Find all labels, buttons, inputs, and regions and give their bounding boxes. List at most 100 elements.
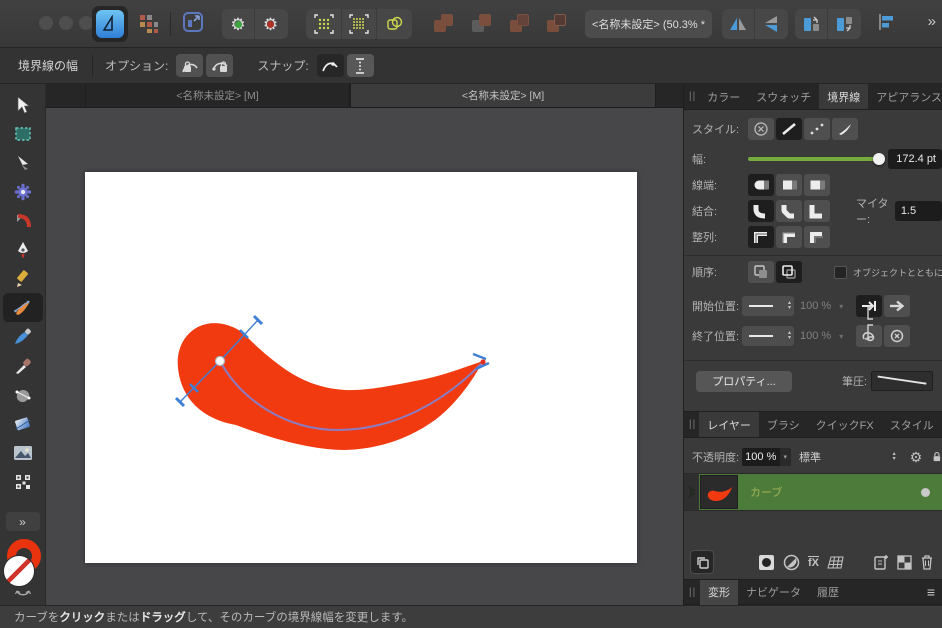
settings-gear-green-button[interactable]: ⚙ <box>222 9 254 39</box>
boolean-intersect-button[interactable] <box>508 12 532 36</box>
flip-horizontal-button[interactable] <box>722 9 754 39</box>
layer-visibility-toggle[interactable] <box>921 488 930 497</box>
boolean-add-button[interactable] <box>432 12 456 36</box>
tab-quick-fx[interactable]: クイックFX <box>808 412 882 437</box>
join-bevel-button[interactable] <box>776 200 802 222</box>
alignment-button[interactable] <box>870 7 900 37</box>
cap-square-button[interactable] <box>804 174 830 196</box>
layer-effects-button[interactable]: fX <box>808 556 819 569</box>
edit-all-layers-button[interactable] <box>690 550 714 574</box>
start-percent-dropdown[interactable]: 100 %▾ <box>800 300 854 312</box>
window-zoom-button[interactable] <box>79 16 93 30</box>
boolean-divide-button[interactable] <box>545 12 569 36</box>
align-outside-button[interactable] <box>804 226 830 248</box>
slider-knob[interactable] <box>873 153 885 165</box>
align-center-button[interactable] <box>748 226 774 248</box>
place-image-tool[interactable] <box>3 438 43 467</box>
pressure-profile-button[interactable] <box>871 371 933 391</box>
artboard-tool[interactable] <box>3 119 43 148</box>
align-inside-button[interactable] <box>776 226 802 248</box>
more-tools-button[interactable]: » <box>6 512 40 531</box>
add-layer-button[interactable] <box>874 554 889 570</box>
tab-swatches[interactable]: スウォッチ <box>748 84 819 109</box>
window-minimize-button[interactable] <box>59 16 73 30</box>
live-filter-button[interactable] <box>827 555 845 570</box>
panel-menu-icon[interactable]: ≡ <box>927 584 935 600</box>
mask-layer-button[interactable] <box>758 554 775 571</box>
window-close-button[interactable] <box>39 16 53 30</box>
brush-stroke-shape[interactable] <box>178 323 483 450</box>
knife-tool[interactable] <box>3 351 43 380</box>
rotate-ccw-button[interactable] <box>795 9 827 39</box>
stroke-width-slider[interactable] <box>748 149 882 169</box>
reset-rotation-button[interactable] <box>884 325 910 347</box>
snapping-toggle-button[interactable] <box>306 9 341 39</box>
order-front-button[interactable] <box>776 261 802 283</box>
paint-brush-tool[interactable] <box>3 322 43 351</box>
boolean-subtract-button[interactable] <box>470 12 494 36</box>
end-node[interactable] <box>480 359 485 364</box>
join-miter-button[interactable] <box>804 200 830 222</box>
cap-round-button[interactable] <box>748 174 774 196</box>
document-title-dropdown[interactable]: <名称未設定> (50.3% * <box>585 10 712 38</box>
tab-styles[interactable]: スタイル <box>882 412 942 437</box>
order-behind-button[interactable] <box>748 261 774 283</box>
opacity-field[interactable]: 100 % <box>742 448 780 466</box>
properties-button[interactable]: プロパティ... <box>696 371 792 392</box>
settings-gear-red-button[interactable]: ⚙ <box>254 9 286 39</box>
vector-brush-tool[interactable] <box>3 293 43 322</box>
toolbar-overflow-chevron[interactable]: » <box>928 13 936 30</box>
lock-icon[interactable] <box>932 450 942 464</box>
join-round-button[interactable] <box>748 200 774 222</box>
style-brush-button[interactable] <box>832 118 858 140</box>
tab-transform[interactable]: 変形 <box>700 580 738 605</box>
end-style-dropdown[interactable]: ▴▾ <box>742 326 794 346</box>
canvas[interactable] <box>46 108 683 605</box>
fill-stroke-selector[interactable] <box>1 539 45 595</box>
lock-size-button[interactable] <box>206 54 233 77</box>
fill-color-none[interactable] <box>3 555 35 587</box>
delete-layer-button[interactable] <box>920 554 934 570</box>
link-start-end-icon[interactable] <box>865 306 875 338</box>
fill-tool[interactable] <box>3 380 43 409</box>
opacity-dropdown-chevron[interactable]: ▾ <box>780 448 791 466</box>
miter-field[interactable]: 1.5 <box>895 201 942 221</box>
layer-thumbnail[interactable] <box>700 475 738 509</box>
flip-vertical-button[interactable] <box>754 9 786 39</box>
style-dash-button[interactable] <box>804 118 830 140</box>
designer-persona-button[interactable] <box>92 6 128 42</box>
swap-colors-icon[interactable] <box>14 589 32 599</box>
cap-butt-button[interactable] <box>776 174 802 196</box>
panel-grip-icon[interactable]: || <box>689 419 696 430</box>
pattern-tool[interactable] <box>3 467 43 496</box>
tab-color[interactable]: カラー <box>699 84 748 109</box>
move-tool[interactable] <box>3 90 43 119</box>
end-percent-dropdown[interactable]: 100 %▾ <box>800 330 854 342</box>
export-persona-button[interactable] <box>178 7 208 37</box>
start-style-dropdown[interactable]: ▴▾ <box>742 296 794 316</box>
end-arrow-button[interactable] <box>884 295 910 317</box>
scale-with-object-checkbox[interactable] <box>834 266 847 279</box>
tab-brushes[interactable]: ブラシ <box>759 412 808 437</box>
rotate-cw-button[interactable] <box>827 9 859 39</box>
selected-node[interactable] <box>216 357 225 366</box>
transparency-tool[interactable] <box>3 409 43 438</box>
tab-history[interactable]: 履歴 <box>809 580 847 605</box>
stroke-width-field[interactable]: 172.4 pt <box>888 149 942 169</box>
point-transform-tool[interactable] <box>3 177 43 206</box>
document-tab-active[interactable]: <名称未設定> [M] <box>350 84 656 107</box>
corner-tool[interactable] <box>3 206 43 235</box>
pencil-tool[interactable] <box>3 264 43 293</box>
tab-appearance[interactable]: アピアランス <box>868 84 942 109</box>
adjustment-button[interactable] <box>783 554 800 571</box>
mask-checker-button[interactable] <box>897 555 912 570</box>
panel-grip-icon[interactable]: || <box>689 587 697 598</box>
layer-name[interactable]: カーブ <box>750 484 782 500</box>
node-tool[interactable] <box>3 148 43 177</box>
lock-pressure-button[interactable] <box>176 54 203 77</box>
tab-layers[interactable]: レイヤー <box>699 412 759 437</box>
pen-tool[interactable] <box>3 235 43 264</box>
pixel-persona-button[interactable] <box>136 11 162 37</box>
style-solid-button[interactable] <box>776 118 802 140</box>
document-tab-inactive[interactable]: <名称未設定> [M] <box>85 84 350 107</box>
